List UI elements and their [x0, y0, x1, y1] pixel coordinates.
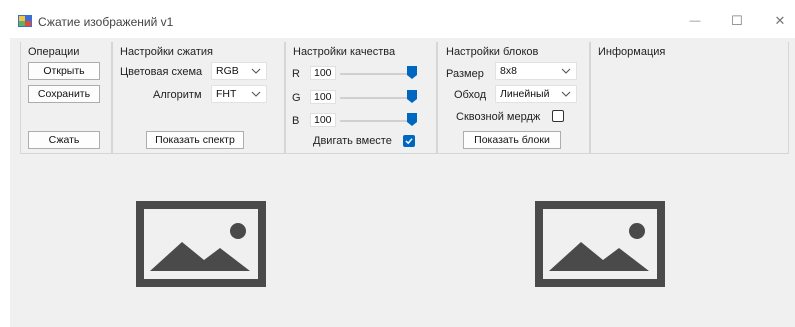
channel-b-value[interactable]: 100	[310, 113, 336, 127]
algorithm-value: FHT	[216, 88, 237, 100]
channel-r-slider-thumb[interactable]	[407, 66, 417, 79]
app-image-icon	[18, 15, 32, 27]
compression-title: Настройки сжатия	[120, 46, 213, 58]
traversal-value: Линейный	[500, 88, 550, 100]
check-icon	[405, 138, 413, 145]
traversal-select[interactable]: Линейный	[495, 85, 577, 103]
open-button[interactable]: Открыть	[28, 62, 100, 80]
save-button[interactable]: Сохранить	[28, 85, 100, 103]
color-scheme-select[interactable]: RGB	[211, 62, 267, 80]
window-title: Сжатие изображений v1	[38, 15, 174, 29]
chevron-down-icon	[251, 68, 261, 74]
through-merge-checkbox[interactable]	[552, 110, 564, 122]
through-merge-label: Сквозной мердж	[456, 111, 541, 123]
result-image-placeholder-icon	[535, 201, 665, 287]
traversal-label: Обход	[454, 89, 487, 101]
block-size-value: 8x8	[500, 65, 517, 77]
block-size-label: Размер	[446, 68, 484, 80]
minimize-icon: —	[689, 15, 701, 27]
block-size-select[interactable]: 8x8	[495, 62, 577, 80]
maximize-icon: ☐	[731, 13, 743, 28]
operations-title: Операции	[28, 46, 80, 58]
chevron-down-icon	[251, 91, 261, 97]
source-image-placeholder-icon	[136, 201, 266, 287]
channel-r-value[interactable]: 100	[310, 66, 336, 80]
info-group	[590, 42, 789, 154]
channel-g-label: G	[292, 92, 301, 104]
minimize-button[interactable]: —	[680, 8, 710, 34]
info-title: Информация	[598, 46, 666, 58]
blocks-title: Настройки блоков	[446, 46, 539, 58]
move-together-label: Двигать вместе	[313, 135, 392, 147]
quality-title: Настройки качества	[293, 46, 396, 58]
channel-b-slider-thumb[interactable]	[407, 113, 417, 126]
channel-g-value[interactable]: 100	[310, 90, 336, 104]
show-blocks-button[interactable]: Показать блоки	[463, 131, 561, 149]
show-spectrum-button[interactable]: Показать спектр	[146, 131, 244, 149]
channel-g-slider-thumb[interactable]	[407, 90, 417, 103]
color-scheme-label: Цветовая схема	[120, 66, 203, 78]
move-together-checkbox[interactable]	[403, 135, 415, 147]
app-window: Сжатие изображений v1 — ☐ ✕ Операции Отк…	[0, 0, 795, 327]
channel-r-slider-track[interactable]	[340, 73, 414, 75]
window-left-edge	[0, 0, 10, 327]
close-button[interactable]: ✕	[765, 8, 795, 34]
chevron-down-icon	[561, 68, 571, 74]
color-scheme-value: RGB	[216, 65, 239, 77]
algorithm-label: Алгоритм	[153, 89, 202, 101]
title-bar: Сжатие изображений v1 — ☐ ✕	[10, 0, 795, 38]
compress-button[interactable]: Сжать	[28, 131, 100, 149]
channel-b-label: B	[292, 115, 300, 127]
algorithm-select[interactable]: FHT	[211, 85, 267, 103]
chevron-down-icon	[561, 91, 571, 97]
channel-r-label: R	[292, 68, 300, 80]
maximize-button[interactable]: ☐	[722, 8, 752, 34]
close-icon: ✕	[774, 13, 786, 28]
channel-g-slider-track[interactable]	[340, 97, 414, 99]
channel-b-slider-track[interactable]	[340, 120, 414, 122]
